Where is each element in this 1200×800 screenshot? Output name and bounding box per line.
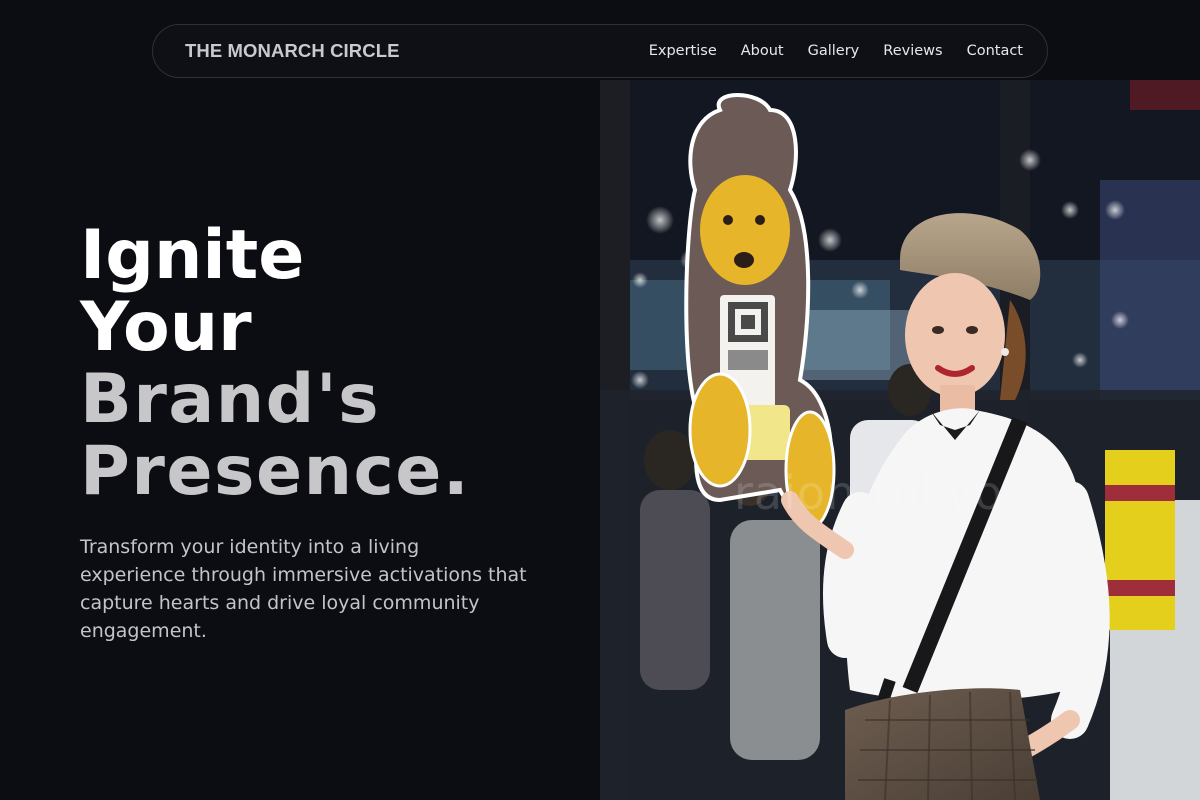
hero-title-line-2: Your xyxy=(80,288,252,367)
hero-title-line-4: Presence. xyxy=(80,432,471,511)
hero-photo: raion tokyo xyxy=(600,80,1200,800)
photo-watermark: raion tokyo xyxy=(734,466,1004,520)
hero-title-line-3: Brand's xyxy=(80,360,381,439)
hero-title: Ignite Your Brand's Presence. xyxy=(80,220,470,508)
nav-link-reviews[interactable]: Reviews xyxy=(883,43,942,59)
hero-subtitle: Transform your identity into a living ex… xyxy=(80,536,527,642)
landing-page: THE MONARCH CIRCLE Expertise About Galle… xyxy=(0,0,1200,800)
hero-title-line-1: Ignite xyxy=(80,216,305,295)
nav-link-gallery[interactable]: Gallery xyxy=(808,43,860,59)
brand-logo[interactable]: THE MONARCH CIRCLE xyxy=(185,40,400,62)
nav-links: Expertise About Gallery Reviews Contact xyxy=(649,43,1023,59)
top-navbar: THE MONARCH CIRCLE Expertise About Galle… xyxy=(152,24,1048,78)
hero-photo-illustration xyxy=(600,80,1200,800)
nav-link-contact[interactable]: Contact xyxy=(967,43,1023,59)
nav-link-expertise[interactable]: Expertise xyxy=(649,43,717,59)
nav-link-about[interactable]: About xyxy=(741,43,784,59)
